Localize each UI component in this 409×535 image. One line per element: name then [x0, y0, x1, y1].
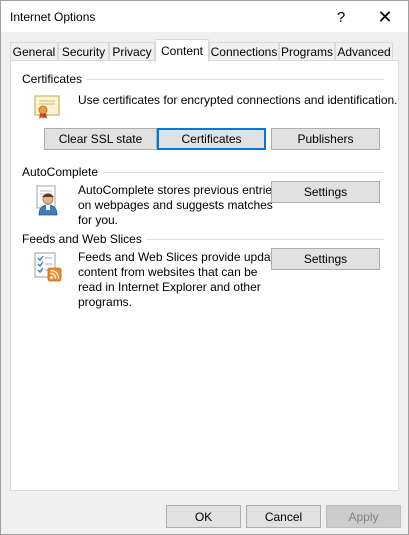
feeds-group-title: Feeds and Web Slices: [22, 232, 147, 246]
tab-content[interactable]: Content: [155, 39, 209, 62]
button-label: Apply: [348, 509, 379, 524]
clear-ssl-state-button[interactable]: Clear SSL state: [44, 128, 157, 150]
button-label: OK: [194, 509, 213, 524]
tab-label: Privacy: [112, 45, 152, 59]
description-line: content from websites that can be: [78, 265, 258, 279]
button-label: Clear SSL state: [58, 132, 143, 146]
feeds-settings-button[interactable]: Settings: [271, 248, 380, 270]
autocomplete-settings-button[interactable]: Settings: [271, 181, 380, 203]
tab-general[interactable]: General: [10, 42, 58, 61]
close-icon: ✕: [377, 6, 393, 27]
certificates-button[interactable]: Certificates: [157, 128, 266, 150]
apply-button[interactable]: Apply: [326, 505, 401, 528]
tab-label: Programs: [280, 45, 333, 59]
feeds-rss-icon: [34, 252, 62, 282]
help-button[interactable]: ?: [321, 3, 361, 31]
autocomplete-description: AutoComplete stores previous entries on …: [78, 183, 278, 228]
tab-label: General: [12, 45, 56, 59]
tab-advanced[interactable]: Advanced: [335, 42, 393, 61]
content-tab-panel: Certificates Use certificates for encryp…: [10, 60, 399, 491]
button-label: Settings: [303, 252, 348, 266]
description-line: Feeds and Web Slices provide updated: [78, 250, 288, 264]
button-label: Settings: [303, 185, 348, 199]
close-button[interactable]: ✕: [365, 3, 405, 31]
certificates-group-title: Certificates: [22, 72, 88, 86]
description-line: AutoComplete stores previous entries: [78, 183, 279, 197]
tab-label: Advanced: [337, 45, 391, 59]
window-title: Internet Options: [10, 10, 96, 24]
cancel-button[interactable]: Cancel: [246, 505, 321, 528]
button-label: Certificates: [181, 132, 242, 146]
button-label: Cancel: [264, 509, 303, 524]
description-line: on webpages and suggests matches: [78, 198, 273, 212]
certificates-group-divider: [81, 79, 384, 80]
internet-options-dialog: Internet Options ? ✕ General Security Pr…: [0, 0, 409, 535]
tab-strip: General Security Privacy Content Connect…: [1, 39, 408, 62]
button-label: Publishers: [297, 132, 354, 146]
tab-label: Content: [160, 44, 204, 58]
description-line: for you.: [78, 213, 119, 227]
title-bar: Internet Options ? ✕: [1, 1, 408, 32]
certificate-icon: [34, 95, 60, 119]
tab-privacy[interactable]: Privacy: [109, 42, 155, 61]
publishers-button[interactable]: Publishers: [271, 128, 380, 150]
autocomplete-group-title: AutoComplete: [22, 165, 104, 179]
description-line: read in Internet Explorer and other: [78, 280, 261, 294]
description-line: programs.: [78, 295, 133, 309]
ok-button[interactable]: OK: [166, 505, 241, 528]
autocomplete-group-divider: [97, 172, 384, 173]
feeds-description: Feeds and Web Slices provide updated con…: [78, 250, 287, 310]
certificates-description: Use certificates for encrypted connectio…: [78, 93, 398, 107]
tab-connections[interactable]: Connections: [209, 42, 279, 61]
tab-label: Connections: [210, 45, 278, 59]
autocomplete-user-icon: [36, 185, 58, 216]
tab-label: Security: [61, 45, 106, 59]
tab-programs[interactable]: Programs: [279, 42, 335, 61]
feeds-group-divider: [147, 239, 384, 240]
help-icon: ?: [336, 8, 346, 26]
tab-security[interactable]: Security: [58, 42, 109, 61]
